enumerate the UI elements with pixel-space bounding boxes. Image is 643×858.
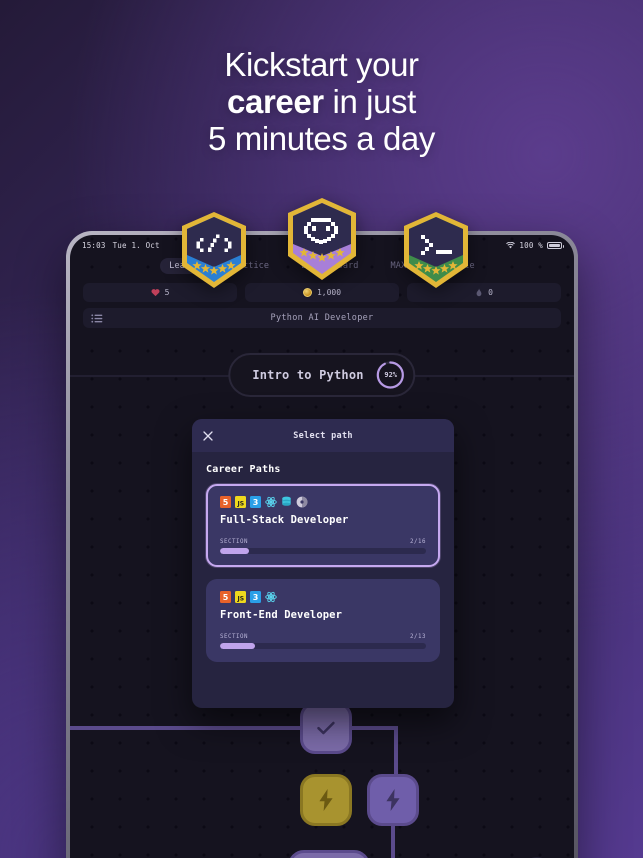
react-icon [265,496,277,508]
path-progress-value: 2/16 [410,539,426,545]
node-gold-lesson[interactable] [300,774,352,826]
path-connector-down [391,822,395,858]
tablet-device: 15:03 Tue 1. Oct 100 % Learn Practice Le… [66,231,578,858]
status-bar-left: 15:03 Tue 1. Oct [82,241,160,250]
path-card-title: Full-Stack Developer [220,514,349,526]
headline-line-2: career in just [0,83,643,120]
svg-text:5: 5 [223,498,229,507]
stats-row: 5 1,000 0 [70,277,574,302]
path-progress-fill [220,548,249,554]
modal-body: Career Paths 5 JS 3 Full-Stack Developer… [192,452,454,662]
css3-icon: 3 [250,496,261,508]
nav-tabs: Learn Practice Leaderboard MAX Profile [70,255,574,277]
tech-icon-row: 5 JS 3 [220,496,426,508]
course-bar[interactable]: Python AI Developer [83,308,561,328]
bolt-icon [386,789,400,811]
modal-header: Select path [192,419,454,452]
path-progress-fill [220,643,256,649]
tab-learn[interactable]: Learn [160,258,205,274]
stat-coins[interactable]: 1,000 [245,283,399,302]
status-time: 15:03 [82,240,106,250]
status-date: Tue 1. Oct [112,240,160,250]
path-card-full-stack[interactable]: 5 JS 3 Full-Stack Developer SECTION 2/16 [206,484,440,567]
git-icon [296,496,308,508]
path-card-front-end[interactable]: 5 JS 3 Front-End Developer SECTION 2/13 [206,579,440,662]
headline-line-1: Kickstart your [224,46,419,83]
svg-text:3: 3 [253,498,259,507]
path-connector-right [352,726,398,730]
heart-icon [151,289,160,297]
career-paths-heading: Career Paths [206,464,281,475]
svg-text:JS: JS [237,500,245,507]
path-progress-row: SECTION 2/16 [220,539,426,545]
javascript-icon: JS [235,496,246,508]
stat-hearts[interactable]: 5 [83,283,237,302]
progress-ring-value: 92% [384,371,398,379]
svg-text:5: 5 [223,593,229,602]
path-progress-label: SECTION [220,634,248,640]
battery-icon [547,241,564,249]
modal-title: Select path [293,430,353,441]
tab-max[interactable]: MAX [382,258,416,274]
path-progress-value: 2/13 [410,634,426,640]
list-icon[interactable] [91,313,103,323]
path-progress-track [220,548,426,554]
tab-profile[interactable]: Profile [429,258,484,274]
path-card-title: Front-End Developer [220,609,343,621]
html5-icon: 5 [220,496,231,508]
tab-leaderboard[interactable]: Leaderboard [292,258,367,274]
stat-coins-value: 1,000 [316,288,342,297]
database-icon [282,496,291,506]
headline-emphasis: career [227,83,324,120]
path-connector-left [70,726,302,730]
tab-practice[interactable]: Practice [218,258,278,274]
path-progress-label: SECTION [220,539,248,545]
stat-streak-value: 0 [488,288,493,297]
path-progress-track [220,643,426,649]
tablet-screen: 15:03 Tue 1. Oct 100 % Learn Practice Le… [70,235,574,858]
wifi-icon [506,241,516,248]
status-bar-right: 100 % [506,240,564,250]
node-lesson[interactable] [367,774,419,826]
page-title: Kickstart your career in just 5 minutes … [0,46,643,157]
flame-icon [476,288,482,296]
course-title: Python AI Developer [270,313,374,323]
react-icon [265,591,277,603]
javascript-icon: JS [235,591,246,603]
progress-ring: 92% [376,360,406,390]
headline-line-3: 5 minutes a day [208,120,435,157]
headline-line-2-rest: in just [323,83,417,120]
stat-hearts-value: 5 [164,288,170,297]
select-path-modal: Select path Career Paths 5 JS 3 Full-Sta… [192,419,454,708]
learning-path-nodes [70,690,574,858]
path-progress-row: SECTION 2/13 [220,634,426,640]
check-icon [317,721,335,735]
battery-percent: 100 % [519,240,543,250]
css3-icon: 3 [250,591,261,603]
bolt-icon [319,789,333,811]
html5-icon: 5 [220,591,231,603]
lesson-chip[interactable]: Intro to Python 92% [228,353,416,397]
lesson-chip-label: Intro to Python [252,368,364,382]
tech-icon-row: 5 JS 3 [220,591,426,603]
close-icon[interactable] [203,430,213,441]
node-completed[interactable] [300,702,352,754]
svg-text:JS: JS [237,595,245,602]
status-bar: 15:03 Tue 1. Oct 100 % [70,235,574,255]
stat-streak[interactable]: 0 [407,283,561,302]
node-wide-lesson[interactable] [288,850,370,858]
coin-icon [302,288,312,297]
svg-text:3: 3 [253,593,259,602]
lesson-chip-row: Intro to Python 92% [70,353,574,397]
